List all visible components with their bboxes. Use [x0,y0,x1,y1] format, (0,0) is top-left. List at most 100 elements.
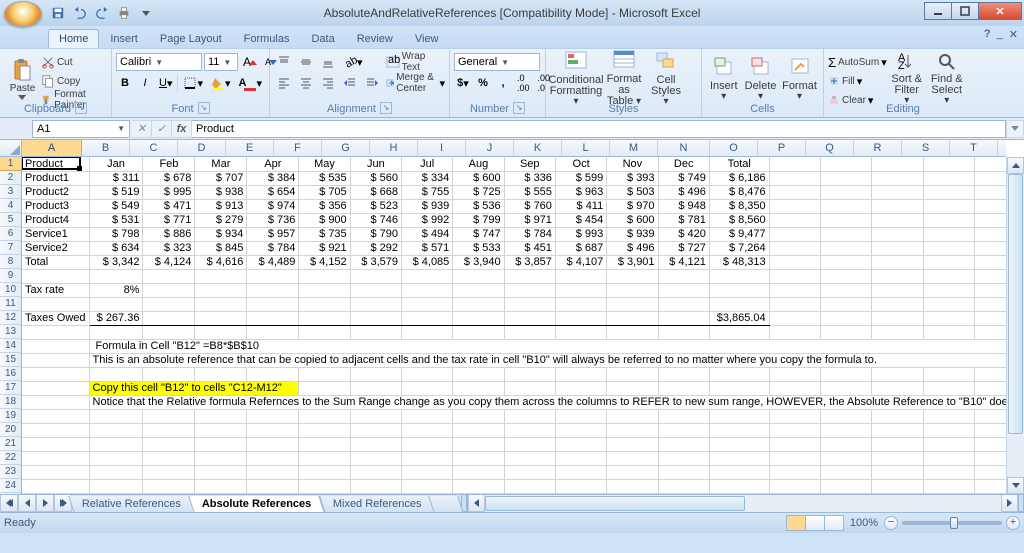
formula-bar[interactable]: Product [192,120,1006,138]
format-as-table[interactable]: Formatas Table ▾ [602,51,646,105]
qat-save[interactable] [48,3,68,23]
orientation[interactable]: ab▾ [340,53,366,71]
scroll-left[interactable] [468,495,485,512]
expand-formula-bar[interactable] [1006,120,1024,138]
view-normal[interactable] [786,515,806,531]
wrap-text[interactable]: abcWrap Text [386,53,445,71]
font-label: Font [171,102,193,116]
alignment-label: Alignment [327,102,376,116]
tab-prev[interactable] [18,495,36,512]
conditional-formatting[interactable]: ConditionalFormatting ▾ [550,51,602,105]
hsplit[interactable] [1018,495,1024,512]
font-name-combo[interactable]: Calibri▼ [116,53,202,71]
italic-button[interactable]: I [136,74,154,92]
svg-text:Z: Z [898,60,905,72]
column-headers[interactable]: ABCDEFGHIJKLMNOPQRST [22,140,1006,157]
sheet-tab-new[interactable] [428,496,464,512]
grow-font[interactable]: A [240,53,260,71]
alignment-launcher[interactable]: ↘ [380,102,392,114]
border-button[interactable]: ▾ [180,74,206,92]
underline-button[interactable]: U▾ [156,74,175,92]
qat-redo[interactable] [92,3,112,23]
comma-fmt[interactable]: , [494,74,512,92]
fx-button[interactable]: fx [172,120,192,138]
scroll-down[interactable] [1007,477,1024,494]
zoom-in[interactable]: + [1006,516,1020,530]
sheet-tab-relative[interactable]: Relative References [68,496,195,512]
align-top[interactable] [274,53,294,71]
accounting-fmt[interactable]: $▾ [454,74,472,92]
view-page-break[interactable] [824,515,844,531]
tab-data[interactable]: Data [300,29,345,48]
tab-page-layout[interactable]: Page Layout [149,29,233,48]
number-launcher[interactable]: ↘ [513,102,525,114]
sheet-tab-absolute[interactable]: Absolute References [188,496,325,512]
qat-more[interactable] [136,3,156,23]
sheet-tab-mixed[interactable]: Mixed References [319,496,435,512]
cell-styles[interactable]: CellStyles ▾ [646,51,686,105]
inc-indent[interactable] [362,74,382,92]
office-button[interactable] [4,1,42,27]
font-launcher[interactable]: ↘ [198,102,210,114]
tab-formulas[interactable]: Formulas [233,29,301,48]
align-center[interactable] [296,74,316,92]
vscroll-track[interactable] [1007,174,1024,477]
zoom-slider[interactable] [902,521,1002,525]
align-middle[interactable] [296,53,316,71]
tab-insert[interactable]: Insert [99,29,149,48]
align-left[interactable] [274,74,294,92]
tab-first[interactable] [0,495,18,512]
align-bottom[interactable] [318,53,338,71]
vscroll-thumb[interactable] [1008,174,1023,434]
close-button[interactable] [978,2,1022,20]
number-format-combo[interactable]: General▼ [454,53,540,71]
styles-label: Styles [609,102,639,116]
fill[interactable]: Fill▾ [828,72,887,90]
select-all-corner[interactable] [0,140,22,157]
row-headers[interactable]: 1234567891011121314151617181920212223242… [0,157,22,512]
number-label: Number [470,102,509,116]
align-right[interactable] [318,74,338,92]
view-page-layout[interactable] [805,515,825,531]
minimize-button[interactable] [924,2,952,20]
merge-center[interactable]: Merge & Center▾ [386,74,445,92]
status-ready: Ready [4,517,36,529]
zoom-level[interactable]: 100% [850,517,878,529]
find-select[interactable]: Find &Select ▾ [927,51,967,105]
name-box[interactable]: A1▼ [32,120,130,138]
maximize-button[interactable] [951,2,979,20]
zoom-out[interactable]: − [884,516,898,530]
font-size-combo[interactable]: 11▼ [204,53,238,71]
enter-formula: ✓ [152,120,172,138]
sort-filter[interactable]: AZSort &Filter ▾ [887,51,927,105]
percent-fmt[interactable]: % [474,74,492,92]
tab-next[interactable] [36,495,54,512]
fill-color-button[interactable]: ▾ [208,74,234,92]
cancel-formula: ✕ [132,120,152,138]
cut-button[interactable]: Cut [41,53,107,71]
worksheet-grid[interactable]: ProductJanFebMarAprMayJunJulAugSepOctNov… [22,157,1006,494]
hscroll-thumb[interactable] [485,496,745,511]
clipboard-label: Clipboard [24,102,71,116]
dec-indent[interactable] [340,74,360,92]
inc-decimal[interactable]: .0.00 [514,74,533,92]
tab-view[interactable]: View [404,29,450,48]
scroll-up[interactable] [1007,157,1024,174]
insert-cells[interactable]: Insert ▾ [706,51,742,105]
clipboard-launcher[interactable]: ↘ [75,102,87,114]
bold-button[interactable]: B [116,74,134,92]
tab-home[interactable]: Home [48,29,99,48]
editing-label: Editing [886,102,920,116]
font-color-button[interactable]: A▾ [236,74,265,92]
tab-review[interactable]: Review [346,29,404,48]
qat-undo[interactable] [70,3,90,23]
copy-button[interactable]: Copy [41,72,107,90]
format-cells[interactable]: Format ▾ [780,51,820,105]
delete-cells[interactable]: Delete ▾ [742,51,780,105]
ribbon-help[interactable]: ?_✕ [984,28,1018,41]
scroll-right[interactable] [1001,495,1018,512]
qat-print[interactable] [114,3,134,23]
autosum[interactable]: ΣAutoSum▾ [828,53,887,71]
paste-button[interactable]: Paste [4,51,41,105]
svg-text:ab: ab [343,55,357,69]
